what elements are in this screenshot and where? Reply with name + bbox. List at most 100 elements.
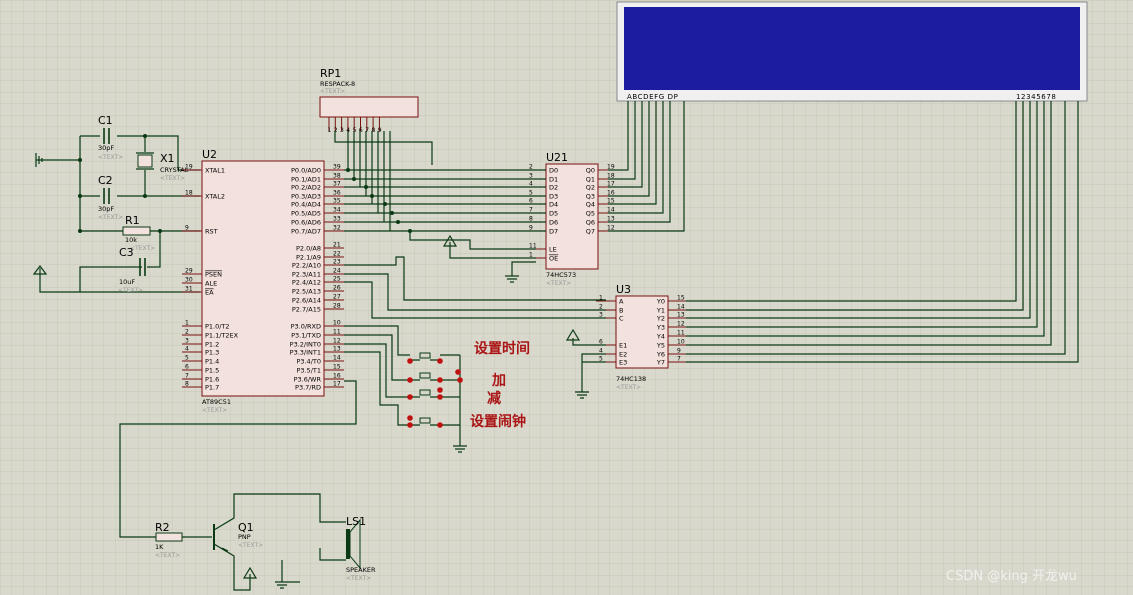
pin-name: E1 bbox=[619, 342, 627, 350]
pin-number: 25 bbox=[333, 276, 341, 283]
pin-name: EA bbox=[205, 289, 214, 297]
pin-name: Y2 bbox=[656, 315, 665, 323]
pin-name: P3.0/RXD bbox=[291, 323, 321, 331]
u2-ref: U2 bbox=[202, 148, 217, 161]
pin-name: P3.5/T1 bbox=[296, 367, 321, 375]
pin-name: P2.1/A9 bbox=[296, 254, 321, 262]
pin-name: PSEN bbox=[205, 271, 222, 279]
display-digits-label: 12345678 bbox=[1016, 93, 1056, 101]
pin-number: 5 bbox=[185, 355, 189, 362]
pin-name: P2.0/A8 bbox=[296, 245, 321, 253]
q1-text: <TEXT> bbox=[238, 542, 263, 549]
pin-number: 13 bbox=[333, 346, 341, 353]
pin-number: 7 bbox=[185, 373, 189, 380]
rp1-text: <TEXT> bbox=[320, 88, 345, 95]
pin-name: P2.3/A11 bbox=[292, 271, 321, 279]
pin-number: 26 bbox=[333, 285, 341, 292]
pin-name: P2.5/A13 bbox=[292, 288, 321, 296]
pin-number: 14 bbox=[333, 355, 341, 362]
x1-text: <TEXT> bbox=[160, 175, 185, 182]
pin-name: ALE bbox=[205, 280, 217, 288]
rp1-pin-number: 1 bbox=[327, 127, 331, 134]
seven-segment-display[interactable]: ABCDEFG DP 12345678 bbox=[616, 1, 1088, 102]
pin-number: 37 bbox=[333, 181, 341, 188]
pin-number: 19 bbox=[185, 164, 193, 171]
pin-number: 12 bbox=[677, 321, 685, 328]
q1-value: PNP bbox=[238, 533, 251, 541]
rp1-value: RESPACK-8 bbox=[320, 80, 355, 88]
pin-number: 11 bbox=[677, 330, 685, 337]
label-set-time: 设置时间 bbox=[474, 340, 530, 357]
r1-text: <TEXT> bbox=[130, 245, 155, 252]
pin-name: P1.2 bbox=[205, 341, 219, 349]
pin-name: P1.6 bbox=[205, 376, 219, 384]
u3-text: <TEXT> bbox=[616, 384, 641, 391]
pin-name: RST bbox=[205, 228, 218, 236]
rp1-pin-number: 3 bbox=[340, 127, 344, 134]
pin-number: 9 bbox=[185, 225, 189, 232]
pin-name: D4 bbox=[549, 201, 558, 209]
pin-name: P0.1/AD1 bbox=[291, 176, 321, 184]
c3-value: 10uF bbox=[119, 278, 135, 286]
pin-name: XTAL1 bbox=[205, 167, 225, 175]
c2-text: <TEXT> bbox=[98, 214, 123, 221]
pin-name: Q1 bbox=[586, 176, 595, 184]
pin-name: Q2 bbox=[586, 184, 595, 192]
pin-name: P3.4/T0 bbox=[296, 358, 321, 366]
u21-text: <TEXT> bbox=[546, 280, 571, 287]
pin-number: 29 bbox=[185, 268, 193, 275]
label-sub: 减 bbox=[487, 390, 501, 407]
pin-name: P3.1/TXD bbox=[291, 332, 321, 340]
pin-number: 23 bbox=[333, 259, 341, 266]
pin-number: 7 bbox=[677, 356, 681, 363]
pin-name: Y1 bbox=[656, 307, 665, 315]
pin-name: Y5 bbox=[656, 342, 665, 350]
pin-number: 4 bbox=[185, 346, 189, 353]
c1-text: <TEXT> bbox=[98, 154, 123, 161]
pin-number: 33 bbox=[333, 216, 341, 223]
pin-number: 12 bbox=[333, 338, 341, 345]
pin-number: 2 bbox=[185, 329, 189, 336]
pin-number: 28 bbox=[333, 303, 341, 310]
u3-ref: U3 bbox=[616, 283, 631, 296]
label-add: 加 bbox=[491, 373, 506, 389]
u21-value: 74HC573 bbox=[546, 271, 576, 279]
pin-name: P1.4 bbox=[205, 358, 219, 366]
u2-text: <TEXT> bbox=[202, 407, 227, 414]
u21-ref: U21 bbox=[546, 151, 568, 164]
pin-name: XTAL2 bbox=[205, 193, 225, 201]
pin-name: Y7 bbox=[656, 359, 665, 367]
pin-name: Y6 bbox=[656, 351, 665, 359]
pin-number: 16 bbox=[333, 373, 341, 380]
pin-number: 39 bbox=[333, 164, 341, 171]
pin-name: D6 bbox=[549, 219, 558, 227]
pin-name: Q4 bbox=[586, 201, 595, 209]
pin-number: 9 bbox=[677, 348, 681, 355]
pin-number: 15 bbox=[677, 295, 685, 302]
c3-ref: C3 bbox=[119, 246, 134, 259]
pin-name: P0.4/AD4 bbox=[291, 201, 321, 209]
pin-name: P0.3/AD3 bbox=[291, 193, 321, 201]
pin-number: 14 bbox=[677, 304, 685, 311]
u2-microcontroller[interactable]: U2 AT89C51 <TEXT> 19 XTAL118 XTAL29 RST29 PS… bbox=[182, 148, 344, 414]
pin-number: 34 bbox=[333, 207, 341, 214]
rp1-ref: RP1 bbox=[320, 67, 341, 80]
pin-number: 18 bbox=[185, 190, 193, 197]
pin-name: D3 bbox=[549, 193, 558, 201]
pin-number: 17 bbox=[333, 381, 341, 388]
pin-name: P1.7 bbox=[205, 384, 219, 392]
pin-name: OE bbox=[549, 255, 558, 263]
x1-ref: X1 bbox=[160, 152, 175, 165]
pin-number: 6 bbox=[185, 364, 189, 371]
pin-number: 11 bbox=[333, 329, 341, 336]
pin-number: 27 bbox=[333, 294, 341, 301]
pin-name: P0.5/AD5 bbox=[291, 210, 321, 218]
pin-name: P0.2/AD2 bbox=[291, 184, 321, 192]
schematic-canvas[interactable]: ABCDEFG DP 12345678 RP1 RESPACK-8 <TEXT>… bbox=[0, 0, 1133, 595]
pin-name: E3 bbox=[619, 359, 627, 367]
c1-value: 30pF bbox=[98, 144, 114, 152]
pin-name: Y0 bbox=[656, 298, 665, 306]
r2-ref: R2 bbox=[155, 521, 170, 534]
c2-ref: C2 bbox=[98, 174, 113, 187]
pin-name: P3.2/INT0 bbox=[290, 341, 321, 349]
